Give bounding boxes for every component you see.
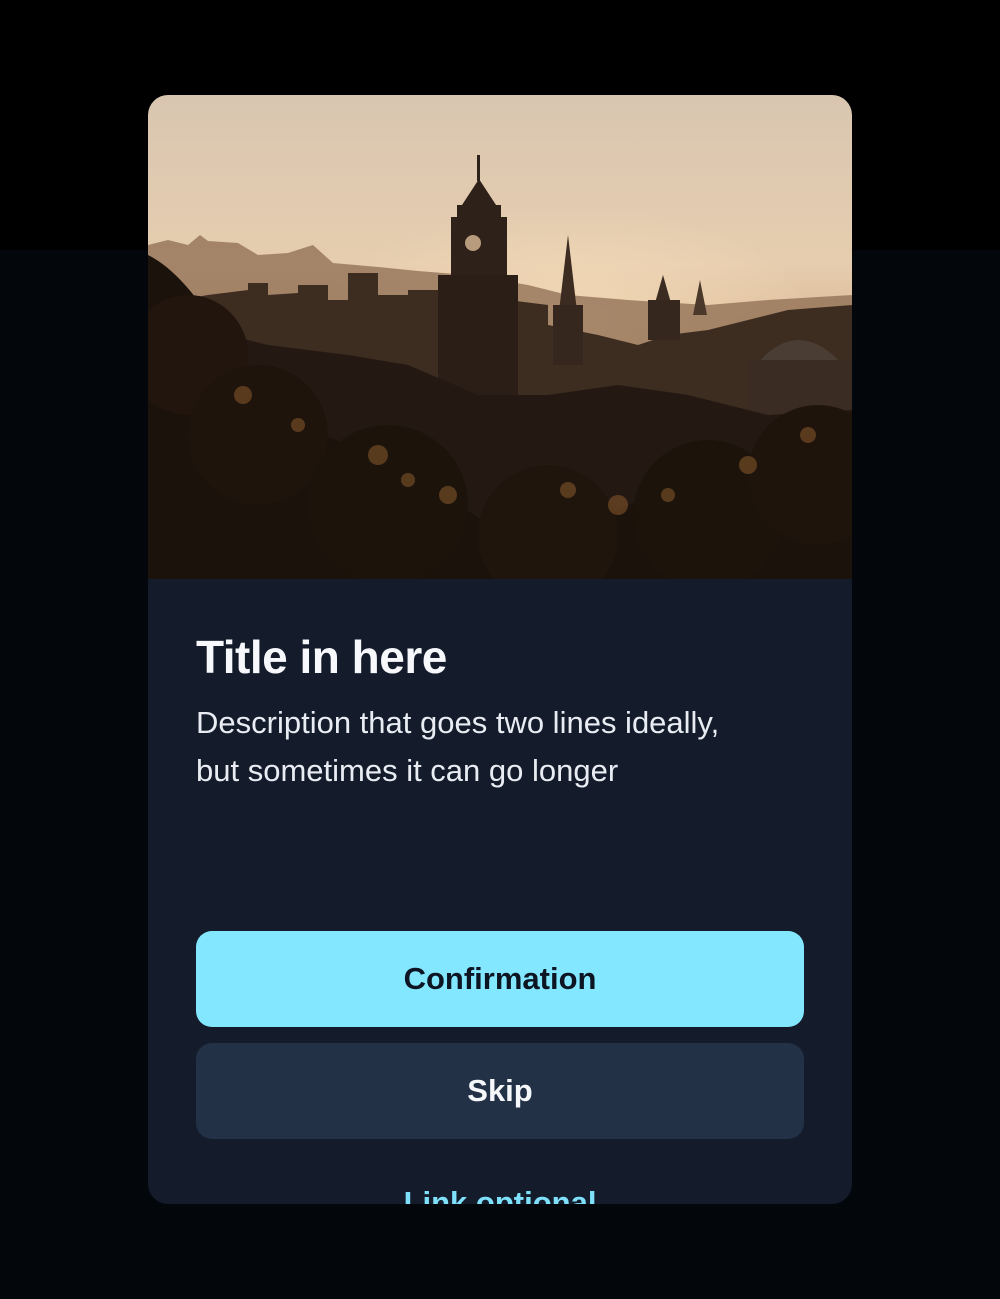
description-line-2: but sometimes it can go longer — [196, 753, 619, 788]
description-line-1: Description that goes two lines ideally, — [196, 705, 720, 740]
optional-link[interactable]: Link optional — [196, 1155, 804, 1204]
dialog-content: Title in here Description that goes two … — [196, 579, 804, 1204]
skip-button[interactable]: Skip — [196, 1043, 804, 1139]
dialog-title: Title in here — [196, 631, 447, 683]
dialog-description: Description that goes two lines ideally,… — [196, 699, 804, 795]
confirmation-button[interactable]: Confirmation — [196, 931, 804, 1027]
city-skyline-photo — [148, 95, 852, 579]
modal-card: Title in here Description that goes two … — [148, 95, 852, 1204]
